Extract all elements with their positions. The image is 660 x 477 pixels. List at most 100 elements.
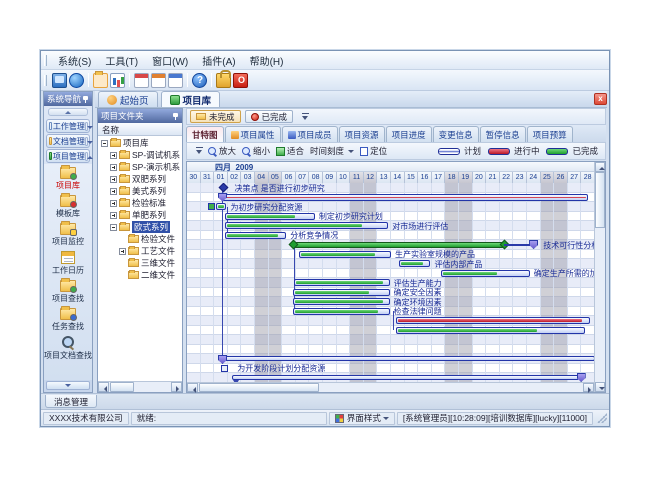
expand-icon[interactable] [110,176,117,183]
tab-project-members[interactable]: 项目成员 [282,126,338,142]
sidebar-item-template-library[interactable]: 模板库 [56,195,80,219]
locate-button[interactable]: 定位 [357,145,390,157]
sidebar-collapse-strip[interactable] [48,108,88,116]
tab-project-library[interactable]: 项目库 [161,91,221,107]
sidebar-item-project-search[interactable]: 项目查找 [52,280,84,304]
task-bar[interactable] [293,289,390,296]
scroll-thumb[interactable] [199,383,319,392]
task-bar[interactable] [293,298,390,305]
fit-button[interactable]: 适合 [273,145,307,157]
tree-node[interactable]: SP-调试机系 [98,149,182,161]
expand-icon[interactable] [110,200,117,207]
shutdown-icon[interactable] [233,73,248,88]
scroll-thumb[interactable] [595,172,605,228]
chevron-down-icon[interactable] [85,137,88,146]
tree-node[interactable]: 双肥系列 [98,173,182,185]
filter-incomplete[interactable]: 未完成 [190,110,241,123]
chart-body[interactable]: 决策点 是否进行初步研究为初步研究分配资源制定初步研究计划对市场进行评估分析竞争… [187,183,594,382]
expand-icon[interactable] [110,212,117,219]
tab-gantt[interactable]: 甘特图 [186,126,224,142]
task-bar[interactable] [216,203,227,210]
collapse-icon[interactable] [110,224,117,231]
sidebar-collapsed-section[interactable] [46,381,90,390]
task-bar[interactable] [396,327,585,334]
globe-icon[interactable] [69,73,84,88]
menu-item-window[interactable]: 窗口(W) [145,51,195,70]
time-scale-dropdown[interactable]: 时间刻度 [307,145,357,157]
task-bar[interactable] [293,308,390,315]
task-bar[interactable] [225,213,315,220]
tab-project-resources[interactable]: 项目资源 [339,126,385,142]
task-bar[interactable] [232,375,579,380]
tab-project-progress[interactable]: 项目进度 [386,126,432,142]
tree-node[interactable]: 单肥系列 [98,209,182,221]
scroll-left-icon[interactable] [187,383,198,392]
expand-icon[interactable] [110,152,117,159]
help-icon[interactable] [192,73,207,88]
tab-project-budget[interactable]: 项目预算 [527,126,573,142]
chevron-down-icon[interactable] [85,122,88,131]
summary-line-bar[interactable] [221,356,594,361]
tree-h-scrollbar[interactable] [98,381,182,392]
tree-node[interactable]: 美式系列 [98,185,182,197]
zoom-out-button[interactable]: 缩小 [239,145,273,157]
message-management-tab[interactable]: 消息管理 [45,395,97,408]
tab-pause-info[interactable]: 暂停信息 [480,126,526,142]
sidebar-item-project-library[interactable]: 项目库 [56,167,80,191]
sidebar-item-task-search[interactable]: 任务查找 [52,308,84,332]
task-bar[interactable] [441,270,529,277]
expand-icon[interactable] [110,164,117,171]
gantt-v-scrollbar[interactable] [594,162,605,392]
task-bar[interactable] [299,251,391,258]
report-chart-icon[interactable] [110,73,125,88]
scroll-left-icon[interactable] [98,382,109,392]
sidebar-section-document-management[interactable]: 文档管理 [46,134,90,148]
lock-icon[interactable] [216,73,231,88]
calendar-red-icon[interactable] [134,73,149,88]
menu-item-plugins[interactable]: 插件(A) [195,51,242,70]
summary-completed-bar[interactable] [293,242,504,248]
menu-item-help[interactable]: 帮助(H) [243,51,291,70]
calendar-blue-icon[interactable] [168,73,183,88]
calendar-orange-icon[interactable] [151,73,166,88]
sidebar-item-work-calendar[interactable]: 工作日历 [52,251,84,276]
sidebar-item-project-monitor[interactable]: 项目监控 [52,223,84,247]
scroll-down-icon[interactable] [595,382,605,392]
task-bar[interactable] [225,222,388,229]
tree-node[interactable]: 工艺文件 [98,245,182,257]
chevron-up-icon[interactable] [85,152,88,161]
tree-column-header[interactable]: 名称 [98,123,182,136]
expand-icon[interactable] [110,188,117,195]
gantt-h-scrollbar[interactable] [187,382,594,392]
open-folder-icon[interactable] [93,73,108,88]
pin-icon[interactable] [172,113,179,120]
tree-node[interactable]: 二维文件 [98,269,182,281]
task-bar[interactable] [294,279,389,286]
tree-node[interactable]: 欧式系列 [98,221,182,233]
tree-node[interactable]: 三维文件 [98,257,182,269]
sidebar-item-project-doc-search[interactable]: 项目文档查找 [44,336,92,361]
tab-start-page[interactable]: 起始页 [98,91,158,107]
menu-item-system[interactable]: 系统(S) [51,51,98,70]
resize-grip[interactable] [597,413,607,423]
ui-style-dropdown[interactable]: 界面样式 [329,412,395,425]
overflow-chevron-icon[interactable] [301,112,311,122]
task-bar[interactable] [225,232,286,239]
task-bar[interactable] [396,317,589,324]
summary-plan-bar[interactable] [221,194,588,201]
tree-node[interactable]: 检验标准 [98,197,182,209]
sidebar-section-work-management[interactable]: 工作管理 [46,119,90,133]
tree-node[interactable]: 项目库 [98,137,182,149]
tab-change-info[interactable]: 变更信息 [433,126,479,142]
scroll-thumb[interactable] [110,382,134,392]
tab-project-properties[interactable]: 项目属性 [225,126,281,142]
tree-node[interactable]: 检验文件 [98,233,182,245]
pin-icon[interactable] [82,96,89,103]
close-icon[interactable]: x [594,93,607,105]
filter-complete[interactable]: 已完成 [245,110,294,123]
workspace-icon[interactable] [52,73,67,88]
zoom-in-button[interactable]: 放大 [205,145,239,157]
scroll-right-icon[interactable] [583,383,594,392]
menu-item-tools[interactable]: 工具(T) [98,51,145,70]
scroll-up-icon[interactable] [595,162,605,172]
